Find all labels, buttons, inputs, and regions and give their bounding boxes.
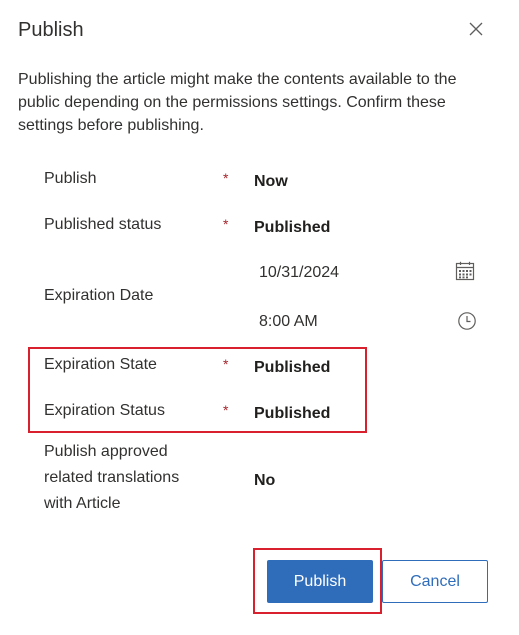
clock-icon <box>458 312 476 330</box>
related-translations-label-line-2: related translations <box>44 469 180 486</box>
related-translations-label-line-1: Publish approved <box>44 443 168 460</box>
calendar-button[interactable] <box>455 261 475 286</box>
expiration-date-label: Expiration Date <box>44 287 154 304</box>
related-translations-value[interactable]: No <box>254 472 275 490</box>
time-button[interactable] <box>457 311 477 336</box>
dialog-description: Publishing the article might make the co… <box>18 71 457 134</box>
related-translations-label-line-3: with Article <box>44 495 121 512</box>
publish-button[interactable]: Publish <box>267 560 373 603</box>
close-button[interactable] <box>463 16 489 42</box>
required-indicator: * <box>223 170 229 186</box>
required-indicator: * <box>223 216 229 232</box>
published-status-value[interactable]: Published <box>254 219 330 237</box>
expiration-time-field[interactable]: 8:00 AM <box>259 313 318 331</box>
publish-label: Publish <box>44 170 97 187</box>
publish-value[interactable]: Now <box>254 173 288 191</box>
dialog-title: Publish <box>18 19 84 41</box>
calendar-icon <box>455 261 475 281</box>
close-icon <box>469 22 483 36</box>
cancel-button[interactable]: Cancel <box>382 560 488 603</box>
highlight-box-expiration-fields <box>28 347 367 433</box>
publish-dialog: Publish Publishing the article might mak… <box>0 0 519 635</box>
expiration-date-field[interactable]: 10/31/2024 <box>259 264 339 282</box>
published-status-label: Published status <box>44 216 162 233</box>
